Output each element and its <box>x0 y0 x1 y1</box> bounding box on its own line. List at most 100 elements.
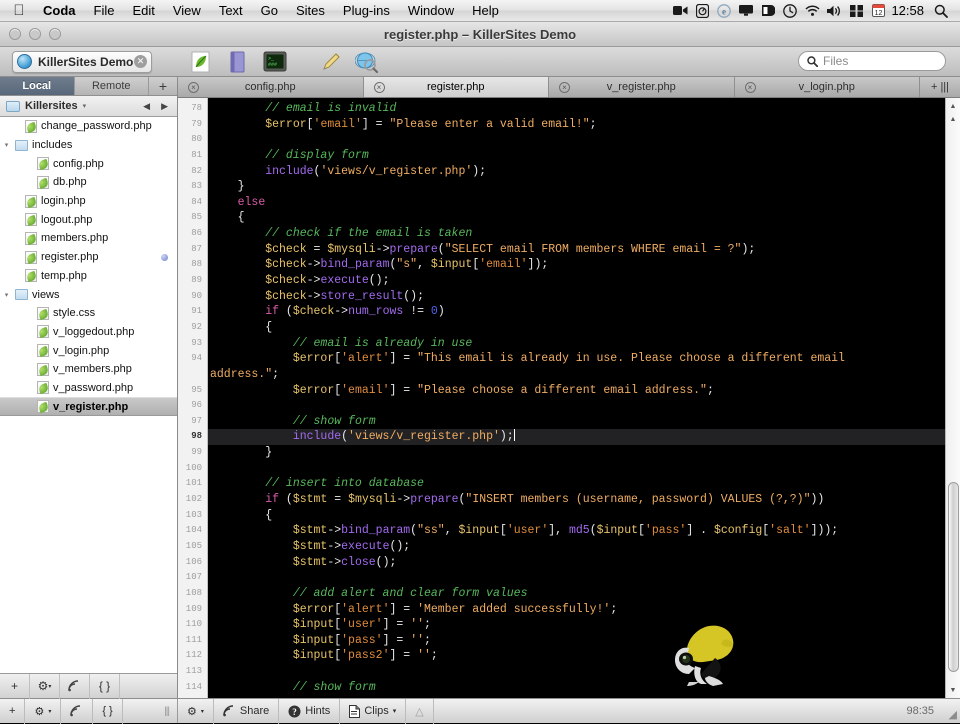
disclosure-triangle-icon[interactable]: ▾ <box>2 141 11 149</box>
file-row-v-password-php[interactable]: ▾ v_password.php <box>0 379 177 398</box>
close-icon[interactable]: × <box>744 81 756 93</box>
file-row-includes[interactable]: ▾ includes <box>0 136 177 155</box>
code-line[interactable] <box>208 132 945 148</box>
back-arrow-icon[interactable]: ◀ <box>140 101 153 112</box>
code-line[interactable]: $stmt->close(); <box>208 555 945 571</box>
code-line[interactable] <box>208 664 945 680</box>
scrollbar-thumb[interactable] <box>948 482 959 672</box>
path-folder-name[interactable]: Killersites <box>25 100 78 112</box>
editor-tab-config-php[interactable]: × config.php <box>178 77 364 97</box>
code-line[interactable]: $error['alert'] = "This email is already… <box>208 351 945 367</box>
sidebar-tab-remote[interactable]: Remote <box>75 77 149 95</box>
scroll-down-arrow-icon[interactable]: ▼ <box>946 683 960 697</box>
braces-icon[interactable]: { } <box>90 673 120 699</box>
spaces-icon[interactable] <box>845 2 867 20</box>
code-line[interactable] <box>208 461 945 477</box>
dashboard-icon[interactable] <box>757 2 779 20</box>
menu-item-file[interactable]: File <box>85 2 124 20</box>
file-row-style-css[interactable]: ▾ style.css <box>0 304 177 323</box>
chevron-down-icon[interactable]: ▾ <box>393 707 397 715</box>
sidebar-resize-grip[interactable]: ||| <box>156 706 177 717</box>
code-line[interactable]: $input['pass'] = ''; <box>208 633 945 649</box>
close-icon[interactable]: × <box>559 81 570 93</box>
menu-item-plug-ins[interactable]: Plug-ins <box>334 2 399 20</box>
gear-icon[interactable]: ⚙ ▾ <box>30 673 60 699</box>
spotlight-search-icon[interactable] <box>930 2 952 20</box>
files-search-field[interactable]: Files <box>798 51 946 71</box>
editor-tab-v-login-php[interactable]: × v_login.php <box>734 77 920 97</box>
file-row-register-php[interactable]: ▾ register.php <box>0 248 177 267</box>
code-line[interactable]: else <box>208 195 945 211</box>
code-line[interactable]: if ($check->num_rows != 0) <box>208 304 945 320</box>
file-row-v-login-php[interactable]: ▾ v_login.php <box>0 341 177 360</box>
dropbox-icon[interactable] <box>691 2 713 20</box>
code-line[interactable]: { <box>208 508 945 524</box>
scroll-up-arrow-secondary-icon[interactable]: ▲ <box>946 112 960 126</box>
code-line[interactable]: $error['alert'] = 'Member added successf… <box>208 602 945 618</box>
code-line[interactable]: // insert into database <box>208 476 945 492</box>
code-line[interactable]: // show form <box>208 414 945 430</box>
code-line[interactable]: $error['email'] = "Please enter a valid … <box>208 117 945 133</box>
menu-item-sites[interactable]: Sites <box>287 2 334 20</box>
site-tab[interactable]: KillerSites Demo ✕ <box>12 50 152 73</box>
add-icon[interactable]: + <box>0 673 30 699</box>
pencil-icon[interactable] <box>318 50 344 74</box>
code-line[interactable]: if ($stmt = $mysqli->prepare("INSERT mem… <box>208 492 945 508</box>
menu-item-text[interactable]: Text <box>210 2 252 20</box>
terminal-icon[interactable]: >_ ### <box>262 50 288 74</box>
close-icon[interactable]: ✕ <box>134 55 147 68</box>
code-line[interactable]: include('views/v_register.php'); <box>208 164 945 180</box>
display-icon[interactable] <box>735 2 757 20</box>
leaf-icon[interactable] <box>188 50 214 74</box>
file-row-views[interactable]: ▾ views <box>0 285 177 304</box>
chevron-down-icon[interactable]: ▾ <box>83 102 87 110</box>
menu-item-coda[interactable]: Coda <box>34 2 85 20</box>
code-content[interactable]: // email is invalid $error['email'] = "P… <box>208 98 945 698</box>
code-line[interactable]: // email is invalid <box>208 101 945 117</box>
time-machine-icon[interactable] <box>779 2 801 20</box>
menu-item-go[interactable]: Go <box>252 2 287 20</box>
file-row-config-php[interactable]: ▾ config.php <box>0 154 177 173</box>
forward-arrow-icon[interactable]: ▶ <box>158 101 171 112</box>
publish-icon[interactable] <box>60 673 90 699</box>
code-line[interactable]: // add alert and clear form values <box>208 586 945 602</box>
code-line[interactable] <box>208 398 945 414</box>
code-line[interactable]: $check->bind_param("s", $input['email'])… <box>208 257 945 273</box>
preview-icon[interactable] <box>354 50 380 74</box>
code-line[interactable]: include('views/v_register.php'); <box>208 429 945 446</box>
code-line-wrap[interactable]: address."; <box>208 367 945 383</box>
code-line[interactable]: $error['email'] = "Please choose a diffe… <box>208 383 945 399</box>
sidebar-tab-local[interactable]: Local <box>0 77 75 95</box>
menu-item-edit[interactable]: Edit <box>123 2 163 20</box>
book-icon[interactable] <box>225 50 251 74</box>
code-line[interactable]: // check if the email is taken <box>208 226 945 242</box>
file-row-change-password-php[interactable]: ▾ change_password.php <box>0 117 177 136</box>
code-line[interactable]: $check->execute(); <box>208 273 945 289</box>
code-line[interactable] <box>208 570 945 586</box>
code-line[interactable]: $check->store_result(); <box>208 289 945 305</box>
file-row-v-members-php[interactable]: ▾ v_members.php <box>0 360 177 379</box>
code-line[interactable]: { <box>208 210 945 226</box>
screen-recording-icon[interactable] <box>669 2 691 20</box>
code-editor[interactable]: 78 79 80 81 82 83 84 85 86 87 88 89 90 91 92 93 94 95 96 97… <box>178 98 960 698</box>
calendar-icon[interactable]: 12 <box>867 2 889 20</box>
code-line[interactable]: // show form <box>208 680 945 696</box>
file-row-db-php[interactable]: ▾ db.php <box>0 173 177 192</box>
editor-tab-register-php[interactable]: × register.php <box>363 77 549 97</box>
menu-item-view[interactable]: View <box>164 2 210 20</box>
code-line[interactable]: } <box>208 445 945 461</box>
menubar-clock[interactable]: 12:58 <box>889 3 930 18</box>
editor-tab-v-register-php[interactable]: × v_register.php <box>549 77 735 97</box>
volume-icon[interactable] <box>823 2 845 20</box>
code-line[interactable]: // display form <box>208 148 945 164</box>
code-line[interactable]: $input['pass2'] = ''; <box>208 648 945 664</box>
file-row-v-register-php[interactable]: ▾ v_register.php <box>0 397 177 416</box>
internet-explorer-icon[interactable]: e <box>713 2 735 20</box>
code-line[interactable]: $stmt->execute(); <box>208 539 945 555</box>
code-line[interactable]: $stmt->bind_param("ss", $input['user'], … <box>208 523 945 539</box>
file-list[interactable]: ▾ change_password.php ▾ includes ▾ config.php… <box>0 117 177 673</box>
menu-item-window[interactable]: Window <box>399 2 463 20</box>
tab-bar-actions[interactable]: + ||| <box>920 77 960 97</box>
menu-item-help[interactable]: Help <box>463 2 508 20</box>
close-icon[interactable]: × <box>188 81 199 93</box>
